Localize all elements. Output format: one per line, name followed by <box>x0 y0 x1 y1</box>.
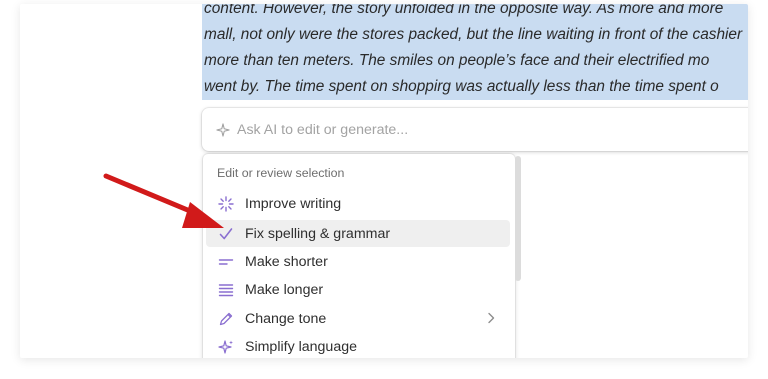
ai-actions-menu: Edit or review selection Improve writing <box>203 154 515 358</box>
sparkle-icon <box>216 122 230 137</box>
menu-scrollbar[interactable] <box>513 154 523 358</box>
menu-item-fix-spelling[interactable]: Fix spelling & grammar <box>206 220 510 247</box>
menu-item-label: Change tone <box>245 310 327 327</box>
menu-item-label: Improve writing <box>245 195 342 212</box>
document-line: content. However, the story unfolded in … <box>202 4 748 22</box>
document-line: more than ten meters. The smiles on peop… <box>202 48 748 74</box>
menu-item-label: Make longer <box>245 281 324 298</box>
menu-item-label: Fix spelling & grammar <box>245 225 391 242</box>
long-lines-icon <box>217 281 235 299</box>
menu-item-simplify-language[interactable]: Simplify language <box>206 333 510 358</box>
short-lines-icon <box>217 253 235 271</box>
document-line: went by. The time spent on shoppirg was … <box>202 74 748 100</box>
menu-item-improve-writing[interactable]: Improve writing <box>206 190 510 217</box>
screenshot-frame: content. However, the story unfolded in … <box>20 4 748 358</box>
chevron-right-icon <box>488 312 495 324</box>
scrollbar-thumb[interactable] <box>515 156 521 281</box>
ai-prompt-input[interactable] <box>237 121 717 138</box>
menu-item-label: Make shorter <box>245 253 328 270</box>
menu-section-heading: Edit or review selection <box>217 166 345 180</box>
menu-item-change-tone[interactable]: Change tone <box>206 305 510 332</box>
menu-item-make-shorter[interactable]: Make shorter <box>206 248 510 275</box>
document-text: content. However, the story unfolded in … <box>202 4 748 100</box>
pen-icon <box>217 310 235 328</box>
sparkle-icon <box>217 338 235 356</box>
menu-item-make-longer[interactable]: Make longer <box>206 276 510 303</box>
annotation-arrow-icon <box>103 173 224 228</box>
menu-item-label: Simplify language <box>245 338 357 355</box>
document-line: mall, not only were the stores packed, b… <box>202 22 748 48</box>
ai-prompt-bar[interactable] <box>202 108 748 151</box>
